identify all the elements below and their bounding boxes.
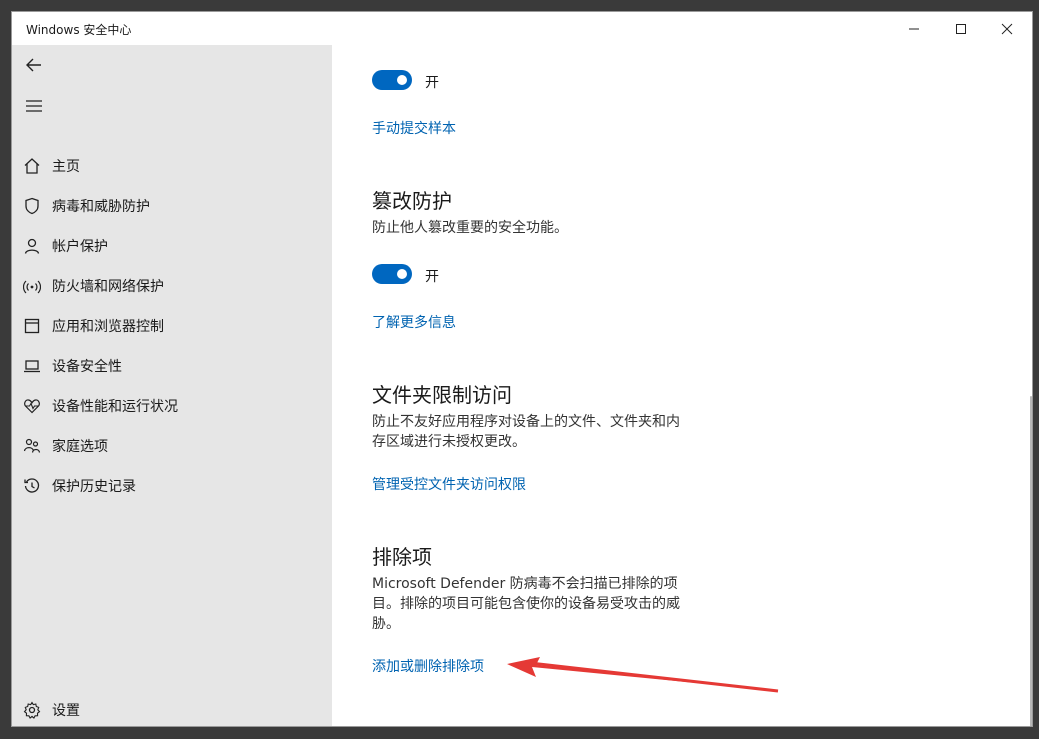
maximize-icon bbox=[956, 23, 966, 34]
sidebar-item-label: 主页 bbox=[52, 159, 80, 175]
manual-submit-link[interactable]: 手动提交样本 bbox=[372, 118, 456, 138]
sidebar-item-history[interactable]: 保护历史记录 bbox=[12, 466, 332, 506]
maximize-button[interactable] bbox=[938, 12, 984, 45]
home-icon bbox=[12, 157, 52, 175]
family-icon bbox=[12, 437, 52, 455]
close-icon bbox=[1001, 23, 1013, 34]
sidebar-item-family[interactable]: 家庭选项 bbox=[12, 426, 332, 466]
tamper-protection-desc: 防止他人篡改重要的安全功能。 bbox=[372, 220, 568, 236]
app-window: Windows 安全中心 主页 病毒和威胁防护 帐户保护 防火墙和网络保护 应用… bbox=[11, 11, 1033, 727]
history-icon bbox=[12, 477, 52, 495]
exclusions-heading: 排除项 bbox=[372, 545, 432, 569]
exclusions-desc: Microsoft Defender 防病毒不会扫描已排除的项目。排除的项目可能… bbox=[372, 576, 680, 632]
hamburger-icon bbox=[26, 100, 42, 112]
toggle-state-label: 开 bbox=[425, 75, 439, 91]
sidebar-item-label: 病毒和威胁防护 bbox=[52, 199, 150, 215]
title-bar[interactable]: Windows 安全中心 bbox=[12, 12, 1032, 45]
menu-button[interactable] bbox=[22, 94, 46, 118]
sidebar-item-label: 应用和浏览器控制 bbox=[52, 319, 164, 335]
sidebar-item-account[interactable]: 帐户保护 bbox=[12, 226, 332, 266]
add-remove-exclusions-link[interactable]: 添加或删除排除项 bbox=[372, 656, 484, 676]
manage-folder-access-link[interactable]: 管理受控文件夹访问权限 bbox=[372, 474, 526, 494]
heart-pulse-icon bbox=[12, 397, 52, 415]
tamper-protection-toggle[interactable] bbox=[372, 264, 412, 284]
toggle-state-label: 开 bbox=[425, 269, 439, 285]
sidebar-item-label: 防火墙和网络保护 bbox=[52, 279, 164, 295]
cloud-protection-toggle[interactable] bbox=[372, 70, 412, 90]
app-window-icon bbox=[12, 317, 52, 335]
wifi-icon bbox=[12, 277, 52, 295]
sidebar-item-device-security[interactable]: 设备安全性 bbox=[12, 346, 332, 386]
laptop-icon bbox=[12, 357, 52, 375]
sidebar: 主页 病毒和威胁防护 帐户保护 防火墙和网络保护 应用和浏览器控制 设备安全性 … bbox=[12, 45, 332, 726]
shield-icon bbox=[12, 197, 52, 215]
sidebar-item-label: 设置 bbox=[52, 703, 80, 719]
sidebar-item-home[interactable]: 主页 bbox=[12, 146, 332, 186]
controlled-folder-heading: 文件夹限制访问 bbox=[372, 383, 512, 407]
person-icon bbox=[12, 237, 52, 255]
sidebar-item-label: 家庭选项 bbox=[52, 439, 108, 455]
sidebar-item-label: 帐户保护 bbox=[52, 239, 108, 255]
back-button[interactable] bbox=[22, 53, 46, 77]
minimize-button[interactable] bbox=[891, 12, 937, 45]
sidebar-item-label: 设备性能和运行状况 bbox=[52, 399, 178, 415]
scrollbar[interactable] bbox=[1030, 396, 1032, 726]
controlled-folder-desc: 防止不友好应用程序对设备上的文件、文件夹和内存区域进行未授权更改。 bbox=[372, 414, 680, 450]
sidebar-item-label: 设备安全性 bbox=[52, 359, 122, 375]
sidebar-item-device-health[interactable]: 设备性能和运行状况 bbox=[12, 386, 332, 426]
close-button[interactable] bbox=[984, 12, 1030, 45]
tamper-protection-heading: 篡改防护 bbox=[372, 189, 452, 213]
minimize-icon bbox=[909, 28, 919, 29]
gear-icon bbox=[12, 701, 52, 719]
sidebar-item-virus-protection[interactable]: 病毒和威胁防护 bbox=[12, 186, 332, 226]
main-content: 开 手动提交样本 篡改防护 防止他人篡改重要的安全功能。 开 了解更多信息 文件… bbox=[332, 45, 1032, 726]
sidebar-item-settings[interactable]: 设置 bbox=[12, 690, 332, 726]
back-arrow-icon bbox=[26, 58, 41, 72]
sidebar-item-app-browser[interactable]: 应用和浏览器控制 bbox=[12, 306, 332, 346]
window-title: Windows 安全中心 bbox=[26, 23, 132, 37]
sidebar-item-label: 保护历史记录 bbox=[52, 479, 136, 495]
sidebar-item-firewall[interactable]: 防火墙和网络保护 bbox=[12, 266, 332, 306]
learn-more-link[interactable]: 了解更多信息 bbox=[372, 312, 456, 332]
